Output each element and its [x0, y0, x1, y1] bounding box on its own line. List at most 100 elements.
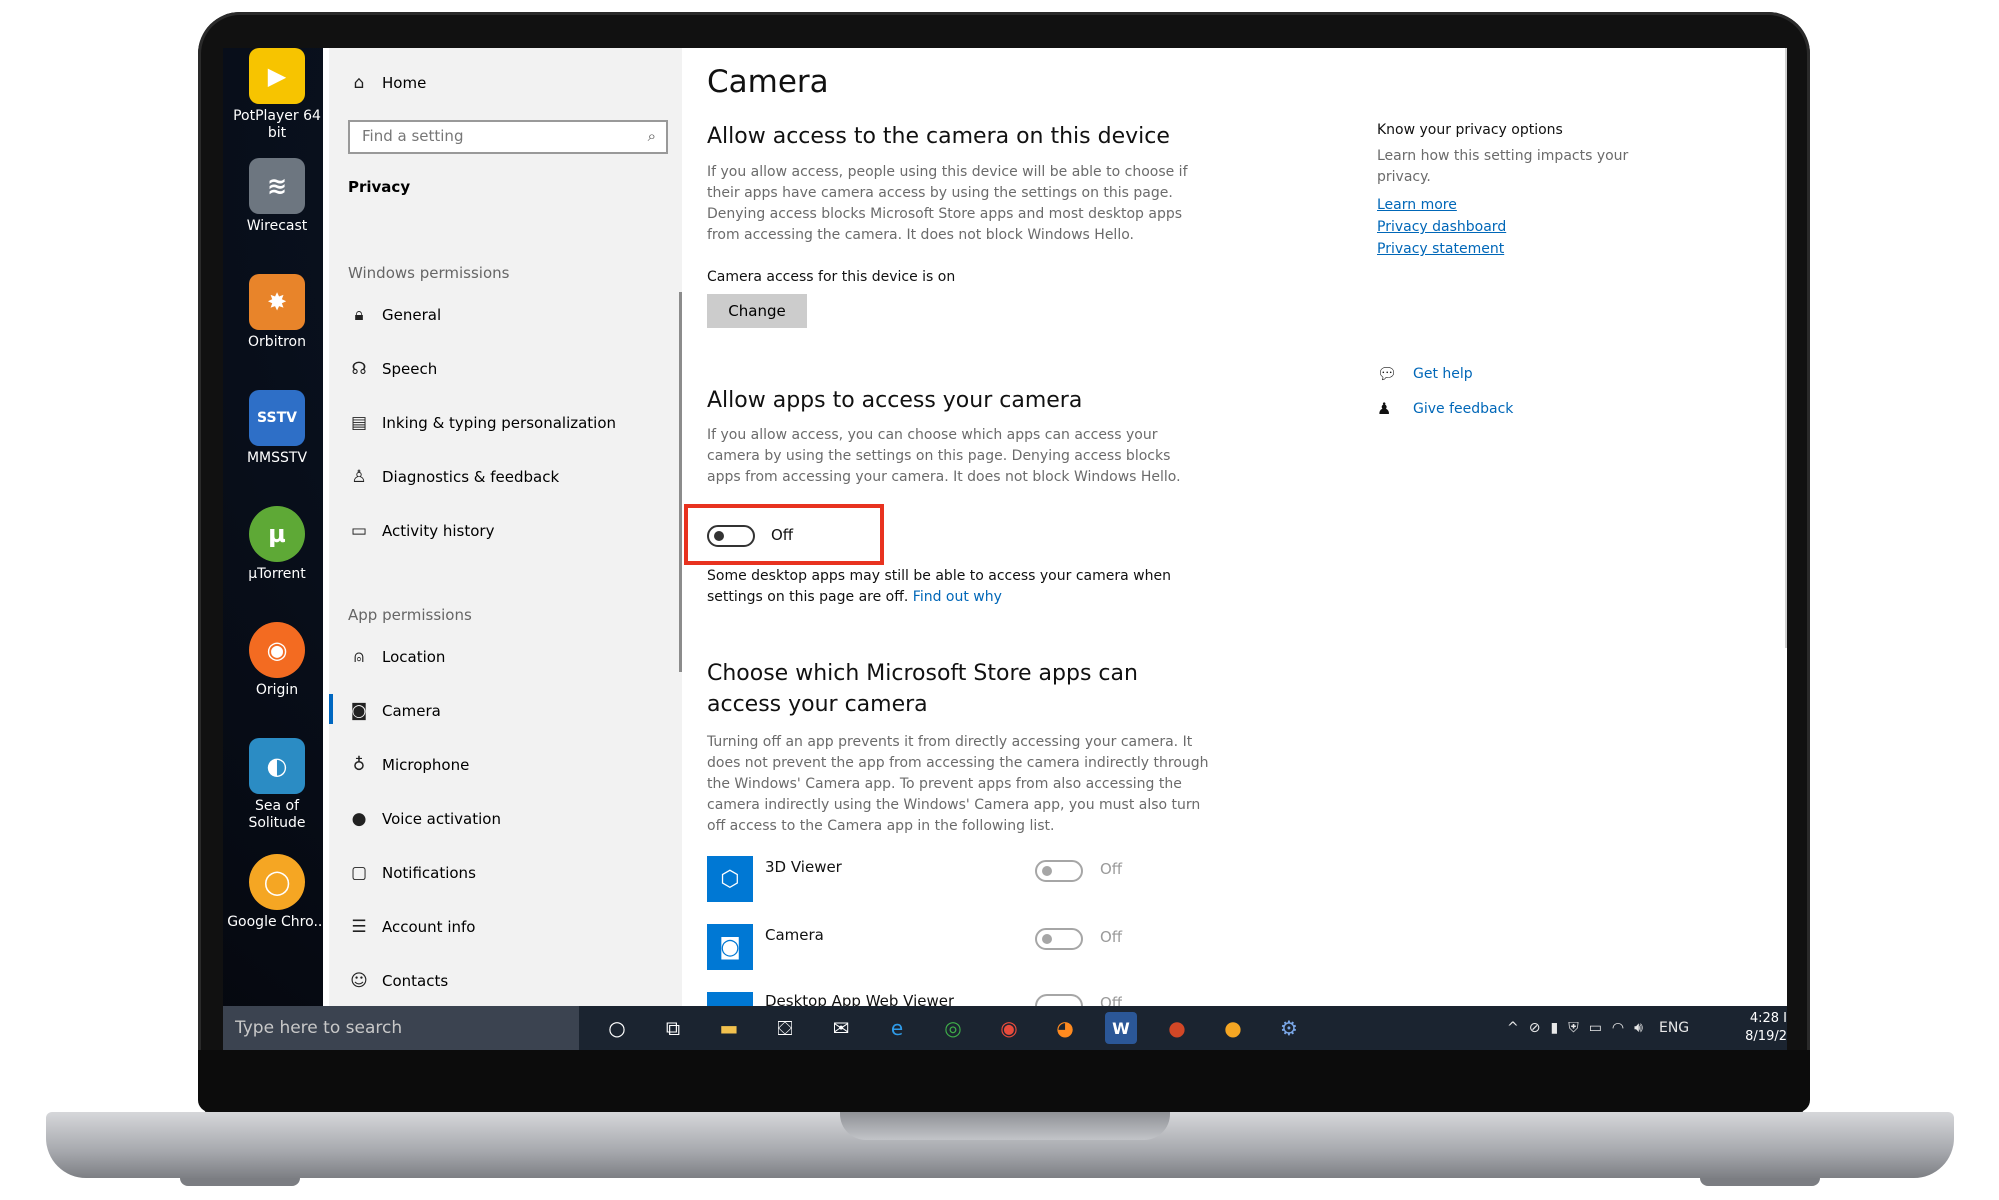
clock-time: 4:28 I [1749, 1011, 1787, 1026]
nav-item-voice-activation[interactable]: ● Voice activation [348, 808, 501, 830]
clipboard-icon: ▤ [350, 413, 368, 433]
nav-selection-indicator [329, 694, 333, 724]
system-tray: ^ ⊘ ▮ ⛨ ▭ ◠ 🔊︎ ENG [1507, 1006, 1689, 1050]
taskbar: ○ ⧉ ▬ ⛋ ✉ e ◎ ◉ ◕ W ● ● ⚙ ^ ⊘ ▮ ⛨ ▭ ◠ 🔊︎… [223, 1006, 1787, 1050]
page-title: Camera [707, 64, 829, 100]
toggle-knob [1042, 934, 1052, 944]
desktop-icon-sea-of-solitude[interactable]: ◐ Sea of Solitude [227, 738, 327, 832]
nav-home[interactable]: ⌂ Home [348, 72, 427, 94]
nav-item-inking[interactable]: ▤ Inking & typing personalization [348, 412, 616, 434]
potplayer-icon: ▶ [249, 48, 305, 104]
get-help-label: Get help [1413, 365, 1473, 382]
firefox-icon[interactable]: ◕ [1049, 1012, 1081, 1044]
voice-icon: ● [351, 809, 367, 829]
store-icon[interactable]: ⛋ [769, 1012, 801, 1044]
task-view-icon[interactable]: ⧉ [657, 1012, 689, 1044]
change-button[interactable]: Change [707, 294, 807, 328]
chrome-canary-icon[interactable]: ● [1217, 1012, 1249, 1044]
wifi-icon[interactable]: ◠ [1612, 1020, 1624, 1036]
give-feedback-link[interactable]: ♟ Give feedback [1377, 399, 1513, 418]
find-setting-input[interactable] [350, 122, 644, 150]
origin-icon: ◉ [249, 622, 305, 678]
store-apps-description: Turning off an app prevents it from dire… [707, 734, 1209, 834]
timeline-icon: ▭ [350, 521, 368, 541]
windows-permissions-header: Windows permissions [348, 264, 510, 282]
privacy-dashboard-link[interactable]: Privacy dashboard [1377, 216, 1637, 238]
usb-icon[interactable]: ▮ [1550, 1020, 1558, 1036]
chevron-up-icon[interactable]: ^ [1507, 1020, 1519, 1036]
cube-icon: ⬡ [707, 856, 753, 902]
xbox-icon[interactable]: ◎ [937, 1012, 969, 1044]
cortana-icon[interactable]: ○ [601, 1012, 633, 1044]
privacy-links: Learn more Privacy dashboard Privacy sta… [1377, 194, 1637, 260]
language-indicator[interactable]: ENG [1659, 1020, 1689, 1036]
desktop-icon-orbitron[interactable]: ✸ Orbitron [227, 274, 327, 351]
microphone-icon: ♁ [352, 755, 366, 775]
edge-icon[interactable]: e [881, 1012, 913, 1044]
desktop-icon-mmsstv[interactable]: SSTV MMSSTV [227, 390, 327, 467]
speech-icon: ☊ [351, 359, 367, 379]
word-icon[interactable]: W [1105, 1012, 1137, 1044]
account-info-icon: ☰ [351, 917, 367, 937]
app-toggle-desktop-app-web-viewer[interactable] [1035, 994, 1083, 1006]
contacts-icon: ☺ [350, 971, 368, 991]
defender-icon[interactable]: ⛨ [1568, 1020, 1579, 1036]
get-help-link[interactable]: 💬︎ Get help [1377, 364, 1473, 383]
app-name-camera: Camera [765, 926, 824, 944]
powerpoint-icon[interactable]: ● [1161, 1012, 1193, 1044]
nav-item-microphone[interactable]: ♁ Microphone [348, 754, 470, 776]
nav-item-general[interactable]: 🔒︎ General [348, 304, 441, 326]
nav-item-account-info[interactable]: ☰ Account info [348, 916, 475, 938]
nav-item-contacts[interactable]: ☺ Contacts [348, 970, 448, 992]
nav-item-label: Contacts [382, 972, 449, 990]
nav-item-speech[interactable]: ☊ Speech [348, 358, 437, 380]
nav-item-location[interactable]: ⍝ Location [348, 646, 446, 668]
app-state-desktop-app-web-viewer: Off [1100, 994, 1123, 1006]
apps-access-heading: Allow apps to access your camera [707, 388, 1083, 413]
nav-item-diagnostics[interactable]: ♙ Diagnostics & feedback [348, 466, 559, 488]
give-feedback-label: Give feedback [1413, 400, 1514, 417]
app-toggle-3d-viewer[interactable] [1035, 860, 1083, 882]
network-status-icon[interactable]: ⊘ [1529, 1020, 1541, 1036]
nav-item-camera[interactable]: ◙ Camera [348, 700, 441, 722]
nav-item-label: General [382, 306, 442, 324]
clock[interactable]: 4:28 I 8/19/2 [1739, 1010, 1787, 1046]
desktop-icon-potplayer[interactable]: ▶ PotPlayer 64 bit [227, 48, 327, 142]
file-explorer-icon[interactable]: ▬ [713, 1012, 745, 1044]
desktop-apps-note: Some desktop apps may still be able to a… [707, 566, 1207, 608]
desktop-icon-label: MMSSTV [246, 450, 308, 466]
desktop-icon-wirecast[interactable]: ≋ Wirecast [227, 158, 327, 235]
nav-item-label: Microphone [382, 756, 470, 774]
desktop-icon-google-chrome[interactable]: ◯ Google Chro... [227, 854, 327, 931]
laptop-foot [180, 1178, 300, 1186]
content-scrollbar[interactable] [1785, 48, 1787, 648]
nav-item-notifications[interactable]: ▢ Notifications [348, 862, 476, 884]
desktop-icon-label: PotPlayer 64 bit [233, 108, 321, 141]
chrome-taskbar-icon[interactable]: ◉ [993, 1012, 1025, 1044]
nav-item-activity-history[interactable]: ▭ Activity history [348, 520, 495, 542]
find-out-why-link[interactable]: Find out why [913, 589, 1002, 605]
orbitron-icon: ✸ [249, 274, 305, 330]
utorrent-icon: µ [249, 506, 305, 562]
settings-nav: ⌂ Home ⌕ Privacy Windows permissions 🔒︎ … [329, 48, 682, 1006]
settings-app-icon[interactable]: ⚙ [1273, 1012, 1305, 1044]
camera-icon: ◙ [350, 701, 368, 721]
taskbar-search-input[interactable] [223, 1006, 577, 1050]
volume-icon[interactable]: 🔊︎ [1634, 1020, 1643, 1036]
app-toggle-camera[interactable] [1035, 928, 1083, 950]
find-setting-search: ⌕ [348, 120, 668, 154]
mail-icon[interactable]: ✉ [825, 1012, 857, 1044]
learn-more-link[interactable]: Learn more [1377, 194, 1637, 216]
search-icon[interactable]: ⌕ [648, 127, 656, 145]
desktop-icon-utorrent[interactable]: µ µTorrent [227, 506, 327, 583]
desktop-icon-origin[interactable]: ◉ Origin [227, 622, 327, 699]
settings-window: ⌂ Home ⌕ Privacy Windows permissions 🔒︎ … [329, 48, 1787, 1006]
nav-item-label: Diagnostics & feedback [382, 468, 560, 486]
nav-item-label: Voice activation [382, 810, 501, 828]
app-state-camera: Off [1100, 928, 1123, 946]
apps-access-toggle[interactable] [707, 525, 755, 547]
nav-item-label: Location [382, 648, 446, 666]
privacy-statement-link[interactable]: Privacy statement [1377, 238, 1637, 260]
nav-item-label: Camera [382, 702, 441, 720]
battery-icon[interactable]: ▭ [1589, 1020, 1602, 1036]
